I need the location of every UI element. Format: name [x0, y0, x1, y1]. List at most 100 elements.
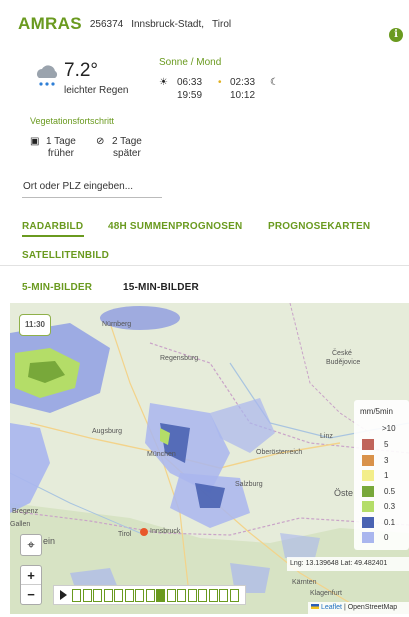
- precipitation-legend: mm/5min >10 5 3 1 0.5 0.3 0.1 0: [354, 400, 409, 550]
- vegetation-later-days: 2 Tage: [112, 136, 142, 147]
- animation-frame[interactable]: [156, 589, 165, 602]
- tab-satellitenbild[interactable]: SATELLITENBILD: [22, 250, 109, 261]
- legend-label: 0.5: [384, 486, 396, 496]
- weather-condition: leichter Regen: [64, 85, 129, 96]
- legend-swatch: [362, 532, 374, 543]
- tab-radarbild[interactable]: RADARBILD: [22, 221, 83, 232]
- cursor-coordinates: Lng: 13.139648 Lat: 49.482401: [287, 557, 409, 571]
- subtab-15-min[interactable]: 15-MIN-BILDER: [123, 282, 199, 293]
- vegetation-title: Vegetationsfortschritt: [30, 116, 115, 126]
- map-label-augsburg: Augsburg: [92, 428, 122, 435]
- animation-frame[interactable]: [177, 589, 186, 602]
- map-label-budejovice: Budějovice: [326, 359, 361, 366]
- map-label-kaernten: Kärnten: [292, 579, 317, 586]
- play-icon[interactable]: [60, 590, 67, 600]
- vegetation-earlier-days: 1 Tage: [46, 136, 76, 147]
- legend-swatch: [362, 470, 374, 481]
- map-type-tabs: RADARBILD 48H SUMMENPROGNOSEN PROGNOSEKA…: [0, 212, 409, 266]
- legend-swatch: [362, 501, 374, 512]
- animation-frame[interactable]: [145, 589, 155, 602]
- zoom-out-button[interactable]: −: [21, 585, 41, 604]
- leaflet-link[interactable]: Leaflet: [321, 604, 342, 611]
- current-weather: 7.2° leichter Regen: [32, 60, 147, 104]
- legend-label: 5: [384, 440, 389, 449]
- vegetation-later-label: später: [113, 148, 141, 159]
- attribution-text: | OpenStreetMap: [343, 604, 398, 611]
- legend-swatch: [362, 485, 374, 497]
- legend-top-label: >10: [382, 424, 396, 433]
- sunset-time: 19:59: [177, 90, 203, 101]
- legend-label: 0.3: [384, 502, 396, 511]
- place-state: Tirol: [212, 18, 232, 30]
- vegetation-earlier-label: früher: [47, 148, 74, 159]
- animation-frame[interactable]: [219, 589, 228, 602]
- radar-map[interactable]: Nürnberg Regensburg České Budějovice Aug…: [10, 303, 409, 614]
- subtab-5-min[interactable]: 5-MIN-BILDER: [22, 282, 92, 293]
- info-icon[interactable]: i: [389, 28, 403, 42]
- legend-title: mm/5min: [360, 407, 393, 416]
- zoom-control: + −: [20, 565, 42, 605]
- place-id: 256374: [89, 18, 124, 30]
- location-search-input[interactable]: [22, 176, 162, 198]
- map-label-oberoesterreich: Oberösterreich: [256, 449, 303, 456]
- map-label-klagenfurt: Klagenfurt: [310, 590, 342, 597]
- sunrise-time: 06:33: [177, 77, 203, 88]
- animation-frame[interactable]: [124, 589, 134, 602]
- place-name: AMRAS: [18, 14, 82, 33]
- animation-frame[interactable]: [93, 589, 102, 602]
- animation-frame[interactable]: [166, 589, 176, 602]
- animation-frame[interactable]: [198, 589, 207, 602]
- cloud-rain-icon: [37, 65, 58, 86]
- moon-rise-icon: •: [218, 77, 222, 88]
- vegetation-later: 2 Tage später: [112, 136, 142, 160]
- moon-phase-icon: ☾: [270, 77, 279, 88]
- animation-frame[interactable]: [103, 589, 113, 602]
- flag-icon: [311, 604, 319, 609]
- place-region: Innsbruck-Stadt,: [131, 18, 205, 30]
- map-label-ceske: České: [332, 350, 352, 357]
- map-label-gallen: Gallen: [10, 521, 31, 528]
- location-header: AMRAS 256374 Innsbruck-Stadt, Tirol: [18, 14, 403, 40]
- animation-frame[interactable]: [72, 589, 81, 602]
- sun-times: 06:33 19:59: [177, 76, 202, 102]
- radar-time-badge: 11:30: [19, 314, 51, 336]
- map-label-salzburg: Salzburg: [235, 481, 263, 488]
- radar-animation-player: [53, 585, 246, 605]
- tab-48h-summenprognosen[interactable]: 48H SUMMENPROGNOSEN: [108, 221, 242, 232]
- animation-frame[interactable]: [82, 589, 92, 602]
- legend-label: 0: [384, 533, 389, 542]
- animation-frame[interactable]: [229, 589, 239, 602]
- map-label-ein: ein: [43, 536, 56, 546]
- map-label-oste: Öste: [334, 488, 354, 498]
- moon-times: 02:33 10:12: [230, 76, 255, 102]
- animation-frame[interactable]: [135, 589, 144, 602]
- calendar-icon: ▣: [30, 136, 40, 147]
- no-entry-icon: ⊘: [96, 136, 105, 147]
- map-label-muenchen: München: [147, 451, 176, 458]
- animation-frame[interactable]: [114, 589, 123, 602]
- vegetation-earlier: 1 Tage früher: [46, 136, 76, 160]
- zoom-in-button[interactable]: +: [21, 566, 41, 585]
- map-label-regensburg: Regensburg: [160, 355, 199, 362]
- map-label-nuernberg: Nürnberg: [102, 321, 132, 328]
- legend-swatch: [362, 516, 374, 528]
- locate-button[interactable]: ⌖: [20, 534, 42, 556]
- legend-swatch: [362, 454, 374, 466]
- crosshair-icon: ⌖: [27, 537, 35, 552]
- moonrise-time: 02:33: [230, 77, 256, 88]
- legend-swatch: [362, 439, 374, 450]
- tab-prognosekarten[interactable]: PROGNOSEKARTEN: [268, 221, 370, 232]
- temperature: 7.2°: [64, 60, 99, 81]
- animation-frame[interactable]: [208, 589, 218, 602]
- sun-moon-title: Sonne / Mond: [159, 57, 222, 68]
- map-label-innsbruck: Innsbruck: [150, 528, 181, 535]
- map-attribution: Leaflet | OpenStreetMap: [308, 602, 409, 614]
- legend-label: 0.1: [384, 517, 396, 527]
- legend-label: 3: [384, 455, 389, 465]
- sun-icon: ☀: [159, 77, 168, 88]
- animation-frame[interactable]: [187, 589, 197, 602]
- map-label-bregenz: Bregenz: [12, 508, 39, 515]
- moonset-time: 10:12: [230, 90, 256, 101]
- map-label-tirol: Tirol: [118, 531, 132, 538]
- map-label-linz: Linz: [320, 433, 333, 440]
